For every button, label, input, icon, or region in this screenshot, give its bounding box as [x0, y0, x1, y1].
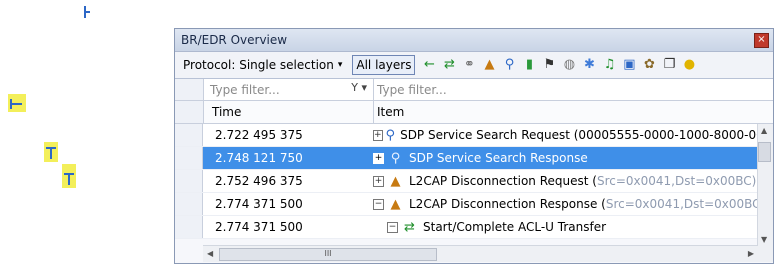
sdp-search-icon: ⚲: [385, 127, 396, 143]
star-icon[interactable]: ✱: [581, 57, 597, 73]
expand-icon[interactable]: +: [373, 175, 384, 187]
time-cell: 2.722 495 375: [215, 128, 303, 142]
item-text: L2CAP Disconnection Request (: [409, 174, 597, 188]
br-edr-overview-window: BR/EDR Overview × Protocol: Single selec…: [174, 28, 774, 264]
search-icon[interactable]: ⚲: [501, 57, 517, 73]
scroll-right-icon[interactable]: ▶: [748, 249, 754, 258]
item-text: SDP Service Search Response: [409, 151, 588, 165]
exchange-arrows-icon[interactable]: ⇄: [441, 57, 457, 73]
protocol-dropdown[interactable]: Protocol: Single selection ▾: [183, 58, 342, 72]
item-cell: − ▲ L2CAP Disconnection Response (Src=0x00…: [373, 196, 773, 212]
item-cell: − ⇄ Start/Complete ACL-U Transfer: [373, 219, 773, 235]
funnel-icon[interactable]: Y ▾: [351, 81, 367, 94]
tick-marker-3-icon: [8, 94, 26, 112]
left-tick-markers: [8, 6, 90, 188]
row-header: [175, 124, 203, 146]
tick-marker-5-icon: [62, 164, 76, 188]
link-icon[interactable]: ⚭: [461, 57, 477, 73]
horizontal-scroll-thumb[interactable]: III: [219, 248, 437, 261]
settings-icon[interactable]: ✿: [641, 57, 657, 73]
time-filter-placeholder: Type filter...: [210, 82, 280, 97]
table-row[interactable]: 2.752 496 375 + ▲ L2CAP Disconnection Reque…: [175, 170, 773, 193]
time-cell: 2.752 496 375: [215, 174, 303, 188]
device-icon[interactable]: ▮: [521, 57, 537, 73]
mouse-icon[interactable]: ◍: [561, 57, 577, 73]
tick-marker-4-icon: [44, 142, 58, 162]
row-header: [175, 170, 203, 192]
scroll-left-icon[interactable]: ◀: [207, 249, 213, 258]
item-cell: + ⚲ SDP Service Search Response: [373, 150, 773, 166]
item-text: L2CAP Disconnection Response (: [409, 197, 606, 211]
coin-icon[interactable]: ●: [681, 57, 697, 73]
column-header-item[interactable]: Item: [374, 101, 773, 123]
toolbar: Protocol: Single selection ▾ All layers …: [175, 52, 773, 79]
dst-field: Dst=0x00BC): [675, 174, 757, 188]
src-field: Src=0x0041,: [596, 174, 675, 188]
toolbar-icon-group: ← ⇄ ⚭ ▲ ⚲ ▮ ⚑ ◍ ✱ ♫ ▣ ✿ ❐ ●: [419, 57, 699, 73]
scroll-down-icon[interactable]: ▼: [761, 235, 767, 244]
row-header: [175, 147, 203, 169]
window-titlebar: BR/EDR Overview ×: [175, 29, 773, 52]
packet-list: 2.722 495 375 + ⚲ SDP Service Search Reques…: [175, 124, 773, 262]
item-cell: + ▲ L2CAP Disconnection Request (Src=0x004…: [373, 173, 773, 189]
table-row[interactable]: 2.722 495 375 + ⚲ SDP Service Search Reques…: [175, 124, 773, 147]
scroll-up-icon[interactable]: ▲: [761, 126, 767, 135]
vertical-scroll-thumb[interactable]: [758, 142, 771, 162]
item-filter-input[interactable]: Type filter...: [374, 79, 773, 100]
column-header-row: Time Item: [175, 101, 773, 124]
time-cell: 2.774 371 500: [215, 220, 303, 234]
collapse-icon[interactable]: −: [387, 221, 398, 233]
column-header-time[interactable]: Time: [204, 101, 374, 123]
collapse-icon[interactable]: −: [373, 198, 384, 210]
table-row[interactable]: 2.774 371 500 − ▲ L2CAP Disconnection Respo…: [175, 193, 773, 216]
tick-marker-1-icon: [84, 6, 90, 18]
flag-icon[interactable]: ⚑: [541, 57, 557, 73]
hat-icon[interactable]: ▲: [481, 57, 497, 73]
filter-row: Type filter... Y ▾ Type filter...: [175, 79, 773, 101]
all-layers-button[interactable]: All layers: [352, 55, 416, 75]
horizontal-scrollbar[interactable]: ◀ III ▶: [203, 245, 758, 262]
row-header-corner: [175, 101, 204, 123]
expand-icon[interactable]: +: [373, 129, 383, 141]
camera-icon[interactable]: ▣: [621, 57, 637, 73]
l2cap-hat-icon: ▲: [390, 196, 401, 212]
row-header-corner: [175, 79, 204, 100]
dst-field: Dst=0x00BC): [683, 197, 766, 211]
item-cell: + ⚲ SDP Service Search Request (00005555-0…: [373, 127, 773, 143]
protocol-label: Protocol: Single selection: [183, 58, 334, 72]
window-title: BR/EDR Overview: [181, 33, 288, 47]
item-text: SDP Service Search Request (00005555-000…: [400, 128, 773, 142]
music-icon[interactable]: ♫: [601, 57, 617, 73]
copy-icon[interactable]: ❐: [661, 57, 677, 73]
transfer-arrows-icon: ⇄: [404, 219, 415, 235]
src-field: Src=0x0041,: [605, 197, 684, 211]
item-filter-placeholder: Type filter...: [377, 82, 447, 97]
chevron-down-icon: ▾: [337, 60, 343, 70]
close-icon[interactable]: ×: [754, 33, 769, 48]
row-header: [175, 216, 203, 238]
sdp-search-icon: ⚲: [390, 150, 401, 166]
row-header: [175, 193, 203, 215]
item-text: Start/Complete ACL-U Transfer: [423, 220, 607, 234]
time-filter-input[interactable]: Type filter... Y ▾: [204, 79, 374, 100]
expand-icon[interactable]: +: [373, 152, 384, 164]
back-arrow-icon[interactable]: ←: [421, 57, 437, 73]
vertical-scrollbar[interactable]: ▲ ▼: [757, 124, 773, 262]
l2cap-hat-icon: ▲: [390, 173, 401, 189]
time-cell: 2.748 121 750: [215, 151, 303, 165]
table-row[interactable]: 2.774 371 500 − ⇄ Start/Complete ACL-U Tran…: [175, 216, 773, 239]
time-cell: 2.774 371 500: [215, 197, 303, 211]
table-row[interactable]: 2.748 121 750 + ⚲ SDP Service Search Respon…: [175, 147, 773, 170]
